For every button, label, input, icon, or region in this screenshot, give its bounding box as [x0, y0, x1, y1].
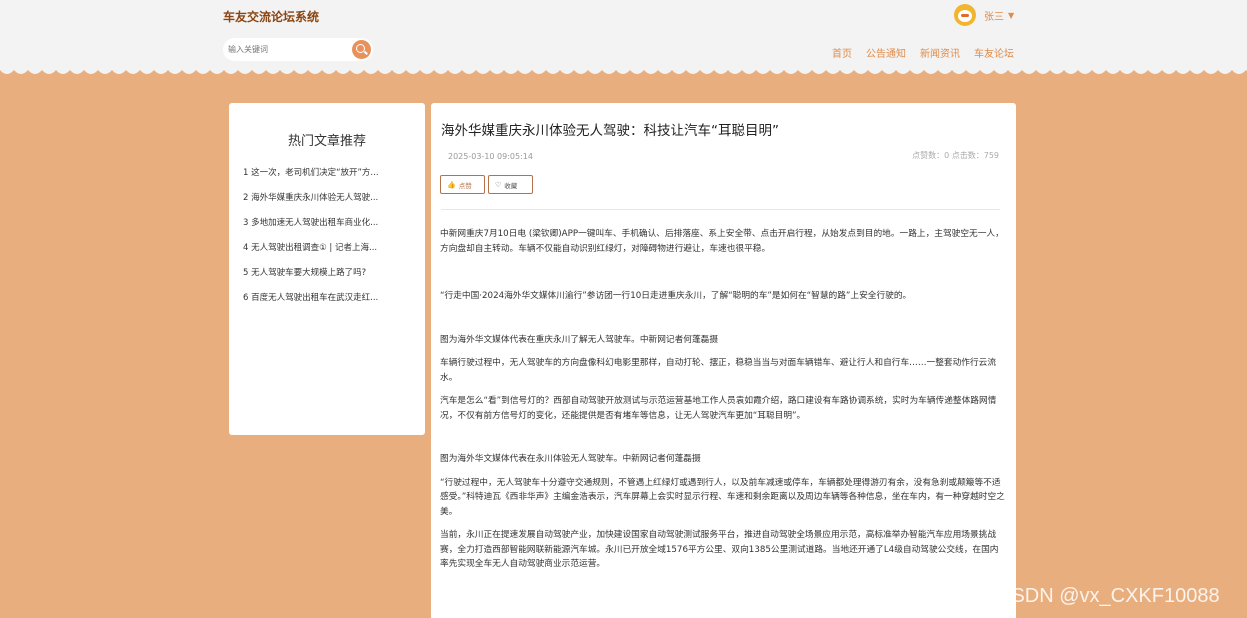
- hot-articles-title: 热门文章推荐: [287, 134, 366, 149]
- article-paragraph: “行走中国·2024海外华文媒体川渝行”参访团一行10日走进重庆永川，了解“聪明…: [440, 291, 912, 301]
- article-body: 中新网重庆7月10日电 (梁钦卿)APP一键叫车、手机确认、后排落座、系上安全带…: [440, 227, 1006, 572]
- article-date: 2025-03-10 09:05:14: [448, 152, 533, 161]
- search-icon[interactable]: [352, 40, 371, 59]
- search-input[interactable]: [228, 41, 346, 58]
- article-stats: 点赞数：0 点击数：759: [912, 151, 999, 160]
- nav-notices[interactable]: 公告通知: [866, 45, 906, 60]
- user-name[interactable]: 张三: [984, 8, 1004, 23]
- article-panel: 海外华媒重庆永川体验无人驾驶：科技让汽车“耳聪目明” 2025-03-10 09…: [431, 103, 1016, 618]
- site-brand[interactable]: 车友交流论坛系统: [223, 8, 319, 25]
- chevron-down-icon[interactable]: ▼: [1008, 11, 1014, 20]
- avatar[interactable]: [954, 4, 976, 26]
- article-title: 海外华媒重庆永川体验无人驾驶：科技让汽车“耳聪目明”: [441, 123, 779, 139]
- article-paragraph: 汽车是怎么“看”到信号灯的？西部自动驾驶开放测试与示范运营基地工作人员袁如霞介绍…: [440, 396, 997, 421]
- heart-icon: ♡: [495, 180, 502, 189]
- csdn-watermark: CSDN @vx_CXKF10088: [997, 585, 1220, 607]
- hot-article-item[interactable]: 3 多地加速无人驾驶出租车商业化...: [243, 217, 379, 242]
- article-paragraph: 车辆行驶过程中，无人驾驶车的方向盘像科幻电影里那样，自动打轮、摆正，稳稳当当与对…: [440, 358, 996, 383]
- hot-articles-panel: 热门文章推荐 1 这一次，老司机们决定“放开”方... 2 海外华媒重庆永川体验…: [229, 103, 425, 435]
- divider: [441, 209, 1000, 210]
- hot-article-item[interactable]: 4 无人驾驶出租调查① | 记者上海...: [243, 242, 379, 267]
- search-box: [223, 38, 373, 61]
- image-caption: 图为海外华文媒体代表在永川体验无人驾驶车。中新网记者何蓬磊摄: [440, 454, 701, 464]
- user-menu[interactable]: 张三 ▼: [954, 4, 1014, 26]
- nav-news[interactable]: 新闻资讯: [920, 45, 960, 60]
- favorite-button[interactable]: ♡ 收藏: [488, 175, 533, 194]
- hot-articles-list: 1 这一次，老司机们决定“放开”方... 2 海外华媒重庆永川体验无人驾驶...…: [243, 167, 379, 317]
- article-paragraph: [440, 429, 1006, 452]
- hot-article-item[interactable]: 2 海外华媒重庆永川体验无人驾驶...: [243, 192, 379, 217]
- thumbs-up-icon: 👍: [447, 180, 456, 189]
- hot-article-item[interactable]: 6 百度无人驾驶出租车在武汉走红...: [243, 292, 379, 317]
- article-paragraph: “行驶过程中，无人驾驶车十分遵守交通规则，不管遇上红绿灯或遇到行人，以及前车减速…: [440, 477, 1005, 517]
- article-paragraph: [440, 310, 1006, 333]
- hot-article-item[interactable]: 1 这一次，老司机们决定“放开”方...: [243, 167, 379, 192]
- like-button[interactable]: 👍 点赞: [440, 175, 485, 194]
- article-paragraph: [440, 262, 1006, 289]
- nav-home[interactable]: 首页: [832, 45, 852, 60]
- top-header: 车友交流论坛系统 张三 ▼ 首页 公告通知 新闻资讯 车友论坛: [0, 0, 1247, 70]
- wave-divider: [0, 66, 1247, 74]
- like-label: 点赞: [458, 181, 472, 190]
- favorite-label: 收藏: [504, 181, 518, 190]
- image-caption: 图为海外华文媒体代表在重庆永川了解无人驾驶车。中新网记者何蓬磊摄: [440, 334, 718, 345]
- main-nav: 首页 公告通知 新闻资讯 车友论坛: [832, 45, 1014, 60]
- nav-forum[interactable]: 车友论坛: [974, 45, 1014, 60]
- hot-article-item[interactable]: 5 无人驾驶车要大规模上路了吗?: [243, 267, 379, 292]
- article-paragraph: 当前，永川正在提速发展自动驾驶产业，加快建设国家自动驾驶测试服务平台，推进自动驾…: [440, 530, 999, 569]
- article-paragraph: 中新网重庆7月10日电 (梁钦卿)APP一键叫车、手机确认、后排落座、系上安全带…: [440, 229, 1004, 254]
